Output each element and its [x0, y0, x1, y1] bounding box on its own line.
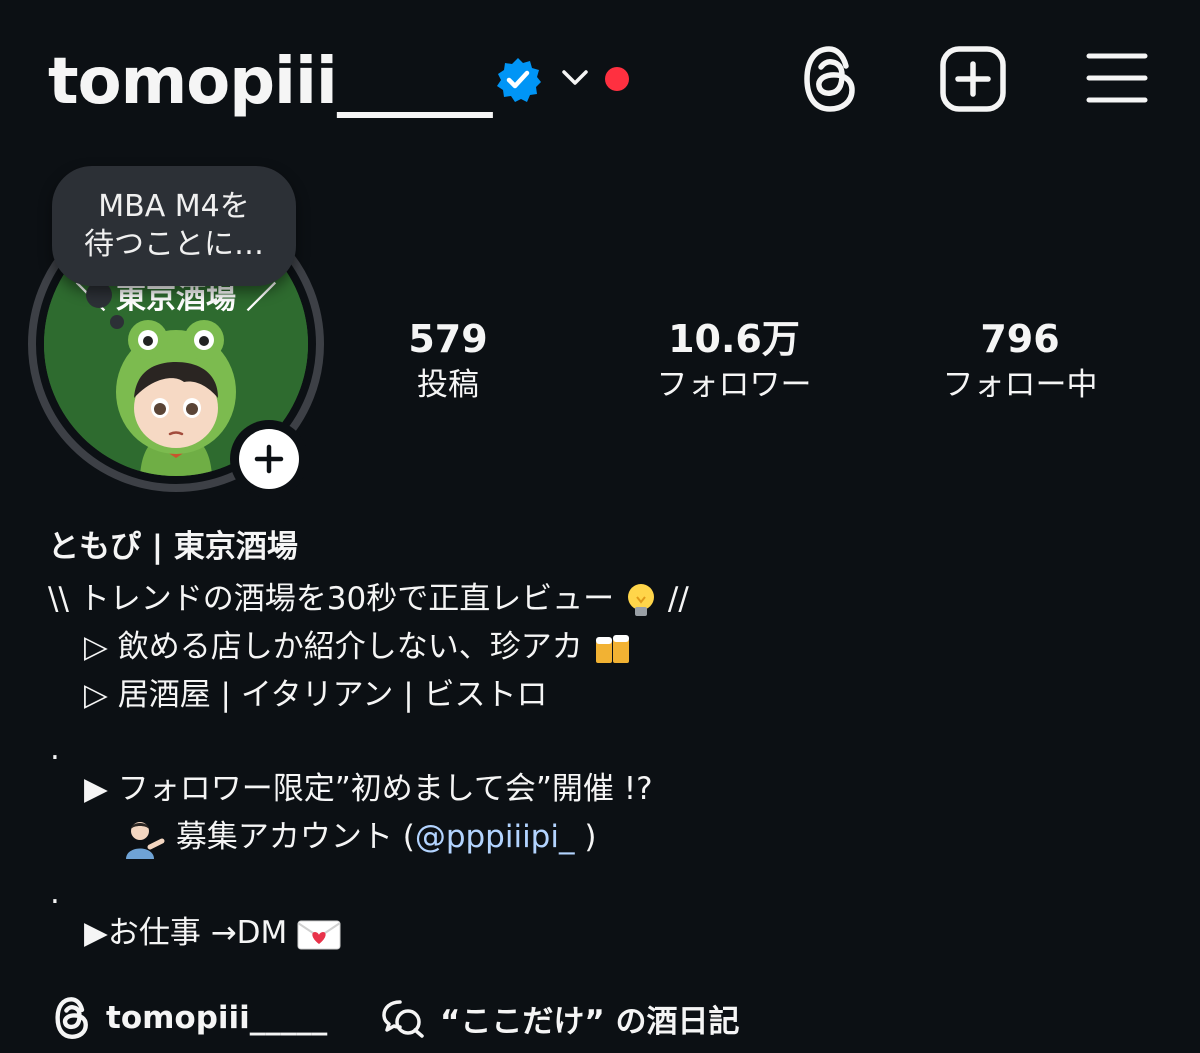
lightbulb-icon — [628, 583, 655, 616]
bio-line-5-prefix: 募集アカウント ( — [175, 819, 415, 855]
bio-line-2: ▷ 飲める店しか紹介しない、珍アカ — [84, 626, 633, 668]
posts-count: 579 — [408, 317, 488, 361]
followers-count: 10.6万 — [668, 317, 800, 361]
bio-line-5-suffix: ) — [574, 819, 597, 855]
channel-name: “ここだけ” の酒日記 — [440, 1003, 740, 1040]
threads-small-icon — [55, 997, 88, 1039]
beer-icon — [595, 634, 629, 663]
bio-line-3: ▷ 居酒屋 | イタリアン | ビストロ — [84, 677, 548, 713]
stat-posts[interactable]: 579 投稿 — [328, 316, 568, 406]
posts-label: 投稿 — [417, 367, 479, 403]
mention-link[interactable]: @pppiiipi_ — [415, 819, 575, 855]
following-label: フォロー中 — [942, 367, 1098, 403]
bio-line-6: ▶お仕事 →DM — [84, 912, 341, 954]
note-line-1: MBA M4を — [98, 189, 250, 224]
menu-icon[interactable] — [1086, 50, 1148, 106]
profile-note[interactable]: MBA M4を 待つことに… — [52, 166, 296, 286]
bio-line-1-end: // — [667, 581, 689, 617]
broadcast-channel-link[interactable]: “ここだけ” の酒日記 — [380, 994, 740, 1042]
bio-line-2-text: ▷ 飲める店しか紹介しない、珍アカ — [84, 629, 583, 665]
notification-dot — [605, 67, 629, 91]
bio-dot-1: . — [50, 731, 60, 767]
broadcast-icon — [382, 1000, 424, 1038]
followers-label: フォロワー — [656, 367, 812, 403]
note-tail-dot — [110, 315, 124, 329]
chevron-down-icon[interactable] — [560, 66, 590, 90]
create-icon[interactable] — [938, 44, 1008, 114]
person-tipping-hand-icon — [126, 821, 165, 859]
stat-following[interactable]: 796 フォロー中 — [900, 316, 1140, 406]
threads-handle: tomopiii_____ — [106, 1000, 328, 1036]
threads-icon[interactable] — [798, 44, 862, 114]
add-story-button[interactable] — [230, 420, 308, 498]
bio-line-1: \\ トレンドの酒場を30秒で正直レビュー // — [48, 578, 689, 620]
bio-line-1-text: \\ トレンドの酒場を30秒で正直レビュー — [48, 581, 615, 617]
bio-line-6-text: ▶お仕事 →DM — [84, 915, 288, 951]
bio-line-5: 募集アカウント (@pppiiipi_ ) — [122, 816, 596, 859]
threads-profile-link[interactable]: tomopiii_____ — [52, 994, 327, 1042]
stat-followers[interactable]: 10.6万 フォロワー — [614, 316, 854, 406]
profile-username[interactable]: tomopiii_____ — [48, 44, 493, 120]
bio-dot-2: . — [50, 875, 60, 911]
verified-badge-icon — [497, 58, 541, 102]
love-letter-icon — [297, 920, 341, 949]
following-count: 796 — [980, 317, 1060, 361]
plus-icon — [254, 444, 284, 474]
bio-line-4: ▶ フォロワー限定”初めまして会”開催 !? — [84, 771, 653, 807]
display-name: ともぴ | 東京酒場 — [48, 529, 298, 565]
note-line-2: 待つことに… — [84, 227, 264, 262]
